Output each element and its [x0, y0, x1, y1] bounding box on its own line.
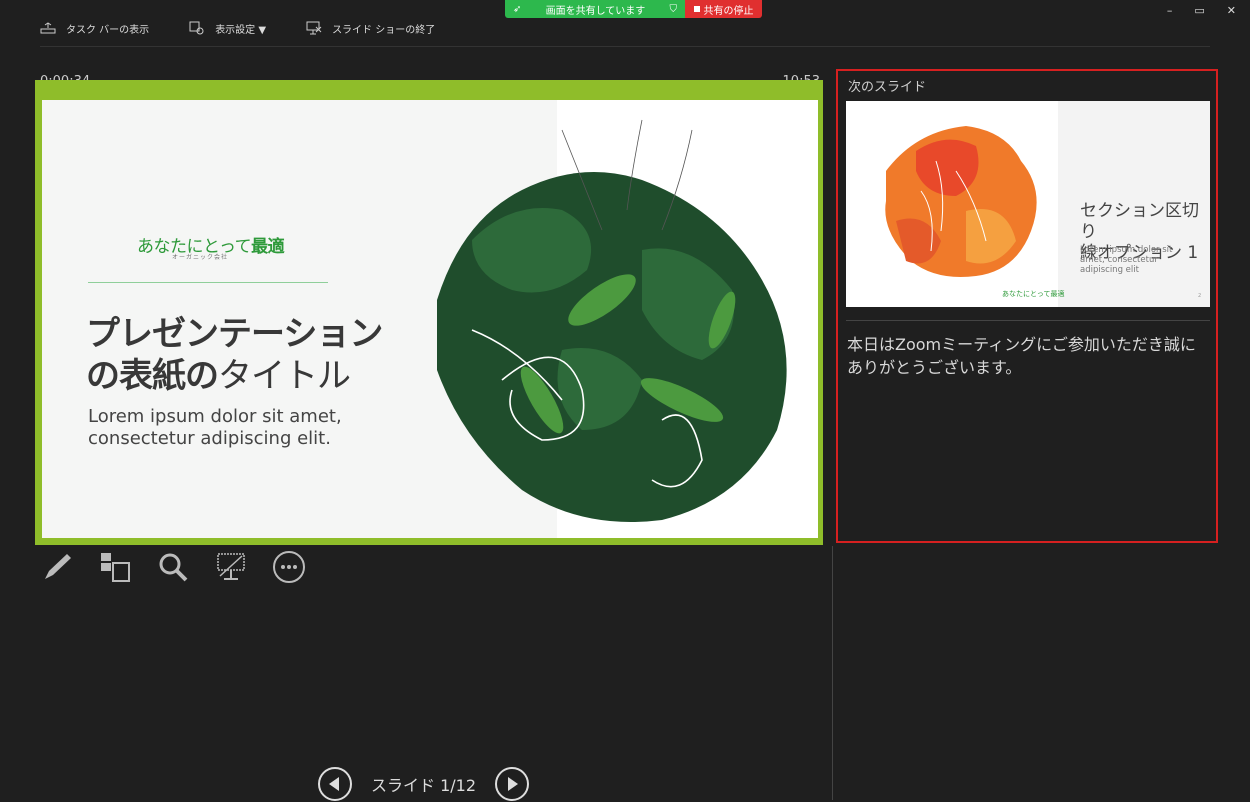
display-settings-button[interactable]: 表示設定 ▼ [189, 21, 266, 36]
previous-slide-button[interactable] [317, 766, 353, 802]
brand-divider [88, 282, 328, 283]
restore-button[interactable]: ▭ [1194, 4, 1204, 17]
thumb-body: Lorem ipsum dolor sit amet, consectetur … [1080, 245, 1173, 275]
slide-navigation: スライド 1/12 [317, 766, 530, 802]
end-slideshow-button[interactable]: スライド ショーの終了 [306, 21, 435, 36]
slide-subtitle: Lorem ipsum dolor sit amet, consectetur … [88, 406, 342, 450]
display-settings-icon [189, 21, 204, 35]
end-slideshow-icon [306, 21, 322, 35]
pen-icon [45, 554, 71, 579]
share-arrow-icon: ➶ [513, 3, 522, 15]
slide-title-bold: の表紙の [86, 356, 219, 396]
slide-title: プレゼンテーション の表紙のタイトル [86, 313, 383, 397]
brand-subtitle: オーガニック会社 [172, 254, 229, 261]
close-button[interactable]: ✕ [1227, 4, 1236, 17]
slide-tools [40, 550, 306, 584]
show-taskbar-button[interactable]: タスク バーの表示 [40, 21, 149, 36]
thumb-title-line1: セクション区切り [1080, 201, 1199, 242]
see-all-slides-button[interactable] [98, 550, 132, 584]
toolbar-divider [40, 46, 1210, 47]
next-slide-label: 次のスライド [848, 80, 927, 95]
zoom-icon [159, 553, 188, 582]
brand-tagline-bold: 最適 [251, 237, 285, 257]
slide-subtitle-line1: Lorem ipsum dolor sit amet, [88, 406, 342, 427]
chevron-left-icon [329, 777, 339, 791]
shield-icon: ⛉ [669, 3, 678, 15]
minimize-button[interactable]: – [1167, 4, 1173, 17]
thumb-brand: あなたにとって最適 [1002, 290, 1065, 298]
slides-grid-icon [101, 553, 130, 582]
black-screen-icon [217, 553, 245, 580]
thumb-page-number: 2 [1198, 293, 1202, 299]
stop-share-label: 共有の停止 [703, 5, 754, 17]
current-slide[interactable]: あなたにとって最適 オーガニック会社 プレゼンテーション の表紙のタイトル Lo… [42, 100, 818, 538]
slide-subtitle-line2: consectetur adipiscing elit. [88, 428, 331, 449]
taskbar-icon [40, 22, 56, 34]
zoom-slide-button[interactable] [156, 550, 190, 584]
display-settings-label: 表示設定 ▼ [215, 24, 267, 36]
notes-divider [846, 320, 1210, 321]
chevron-right-icon [508, 777, 519, 791]
orange-artwork-image [885, 126, 1037, 277]
pen-tool-button[interactable] [40, 550, 74, 584]
slide-title-line2: の表紙のタイトル [86, 355, 382, 397]
slide-counter[interactable]: スライド 1/12 [371, 772, 476, 796]
slide-title-line1: プレゼンテーション [86, 314, 383, 354]
next-slide-panel: 次のスライド セクション区切り 線オプション 1 Lorem ipsum dol… [836, 69, 1218, 543]
more-options-button[interactable] [272, 550, 306, 584]
presenter-toolbar: タスク バーの表示 表示設定 ▼ スライド ショーの終了 [40, 18, 435, 38]
window-controls: – ▭ ✕ [1167, 4, 1236, 17]
more-icon [273, 551, 305, 583]
stop-share-button[interactable]: 共有の停止 [685, 0, 762, 18]
speaker-notes[interactable]: 本日はZoomミーティングにご参加いただき誠にありがとうございます。 [847, 333, 1207, 379]
screen-share-banner: ➶ 画面を共有しています ⛉ 共有の停止 [505, 0, 762, 18]
panel-divider [832, 546, 833, 800]
black-screen-button[interactable] [214, 550, 248, 584]
end-slideshow-label: スライド ショーの終了 [332, 24, 436, 36]
sharing-text: 画面を共有しています [545, 5, 646, 17]
sharing-indicator: ➶ 画面を共有しています ⛉ [505, 0, 685, 18]
slide-title-light: タイトル [218, 356, 351, 396]
stop-icon [693, 6, 700, 12]
next-slide-button[interactable] [494, 766, 530, 802]
next-slide-thumbnail[interactable]: セクション区切り 線オプション 1 Lorem ipsum dolor sit … [846, 101, 1210, 307]
show-taskbar-label: タスク バーの表示 [66, 24, 150, 36]
